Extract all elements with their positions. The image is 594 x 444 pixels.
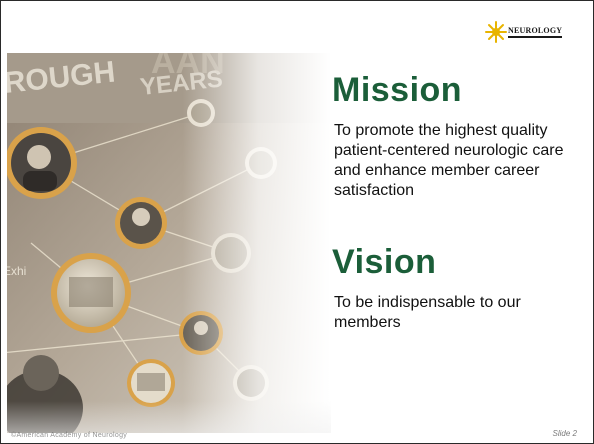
vision-heading: Vision <box>332 243 437 281</box>
svg-text:AAN: AAN <box>151 53 225 81</box>
slide-number: Slide 2 <box>552 429 577 438</box>
copyright-footer: ©American Academy of Neurology <box>11 432 128 439</box>
aan-logo: NEUROLOGY <box>485 21 577 43</box>
left-border-strip <box>1 1 7 443</box>
mission-heading: Mission <box>332 71 463 109</box>
history-collage-image: ROUGH YEARS AAN Exhi <box>1 53 331 433</box>
vision-text: To be indispensable to our members <box>334 294 521 331</box>
photo-bottom-fade <box>1 401 331 433</box>
mission-text: To promote the highest quality patient-c… <box>334 122 564 199</box>
logo-wordmark: NEUROLOGY <box>508 27 563 38</box>
slide: ROUGH YEARS AAN Exhi NEUROLOGY Mission T… <box>0 0 594 444</box>
starburst-icon <box>485 21 507 43</box>
